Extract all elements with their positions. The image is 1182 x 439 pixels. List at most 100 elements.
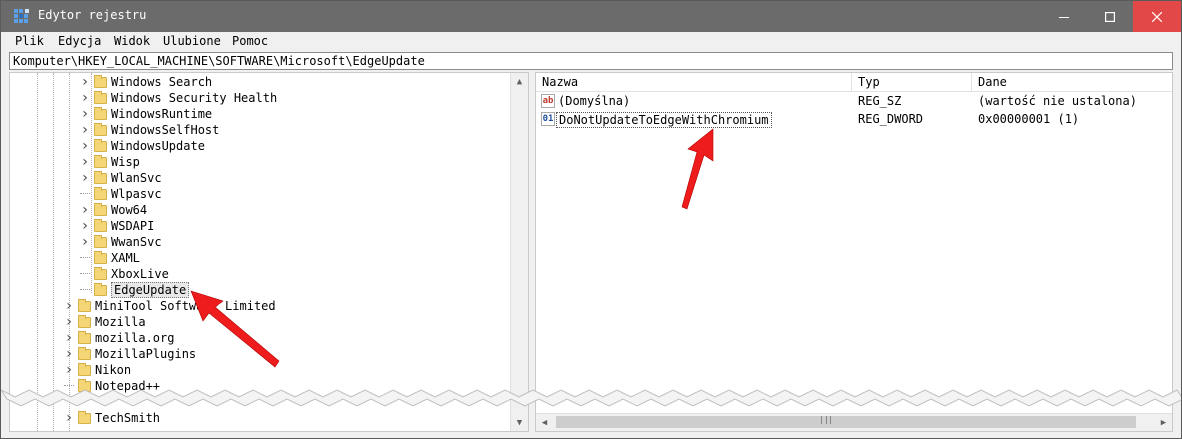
address-bar[interactable]: Komputer\HKEY_LOCAL_MACHINE\SOFTWARE\Mic… — [9, 52, 1173, 70]
tree-item[interactable]: XAML — [80, 250, 140, 266]
menu-view[interactable]: Widok — [114, 34, 150, 48]
tree-item[interactable]: › TechSmith — [64, 410, 160, 426]
folder-icon — [94, 154, 107, 168]
tree-item-label: XAML — [111, 251, 140, 265]
folder-icon — [78, 410, 91, 424]
value-row-donotupdate[interactable]: 01 DoNotUpdateToEdgeWithChromium REG_DWO… — [536, 111, 1172, 128]
chevron-right-icon[interactable]: › — [80, 234, 90, 250]
close-button[interactable] — [1133, 1, 1181, 32]
tree-item[interactable]: › WwanSvc — [80, 234, 162, 250]
value-row-default[interactable]: ab (Domyślna) REG_SZ (wartość nie ustalo… — [536, 93, 1172, 110]
menu-help[interactable]: Pomoc — [232, 34, 268, 48]
chevron-right-icon[interactable]: › — [80, 122, 90, 138]
chevron-right-icon[interactable]: › — [80, 202, 90, 218]
column-header-data[interactable]: Dane — [972, 73, 1172, 92]
chevron-right-icon[interactable]: › — [64, 298, 74, 314]
tree-vertical-scrollbar[interactable]: ▲ ▼ — [510, 73, 528, 431]
chevron-right-icon[interactable]: › — [80, 170, 90, 186]
value-data: 0x00000001 (1) — [978, 112, 1080, 126]
value-type: REG_SZ — [858, 94, 902, 108]
maximize-icon — [1105, 11, 1115, 22]
menu-file[interactable]: Plik — [15, 34, 44, 48]
tree-connector — [80, 193, 90, 195]
tree-item-label: mozilla.org — [95, 331, 175, 345]
values-pane[interactable]: Nazwa Typ Dane ab (Domyślna) REG_SZ (war… — [535, 72, 1173, 432]
chevron-right-icon[interactable]: › — [80, 74, 90, 90]
scroll-thumb[interactable] — [556, 416, 1136, 428]
tree-item[interactable]: › MozillaPlugins — [64, 346, 196, 362]
key-tree-pane[interactable]: › Windows Search › Windows Security Health ›… — [9, 72, 529, 432]
chevron-right-icon[interactable]: › — [80, 218, 90, 234]
tree-item[interactable]: › Windows Search — [80, 74, 212, 90]
tree-item[interactable]: Notepad++ — [64, 378, 160, 394]
folder-icon — [94, 266, 107, 280]
tree-connector — [80, 289, 90, 291]
folder-icon — [94, 90, 107, 104]
chevron-right-icon[interactable]: › — [80, 90, 90, 106]
title-bar[interactable]: Edytor rejestru — [1, 1, 1181, 32]
tree-item-label: MiniTool Software Limited — [95, 299, 276, 313]
maximize-button[interactable] — [1087, 1, 1133, 32]
menu-favorites[interactable]: Ulubione — [163, 34, 221, 48]
tree-item[interactable]: › Nikon — [64, 362, 131, 378]
chevron-right-icon[interactable]: › — [64, 362, 74, 378]
scroll-down-arrow-icon[interactable]: ▼ — [511, 414, 528, 431]
tree-item-label: MozillaPlugins — [95, 347, 197, 361]
tree-item[interactable]: › Mozilla — [64, 314, 146, 330]
tree-item[interactable]: › Wisp — [80, 154, 140, 170]
tree-item[interactable]: › WlanSvc — [80, 170, 162, 186]
folder-icon — [78, 362, 91, 376]
column-header-name[interactable]: Nazwa — [536, 73, 852, 92]
tree-item-label: Windows Search — [111, 75, 213, 89]
value-data: (wartość nie ustalona) — [978, 94, 1137, 108]
tree-item[interactable]: › mozilla.org — [64, 330, 175, 346]
tree-item-label: Mozilla — [95, 315, 146, 329]
scroll-right-arrow-icon[interactable]: ▶ — [1155, 414, 1172, 431]
tree-item[interactable]: EdgeUpdate — [80, 282, 190, 298]
folder-icon — [94, 138, 107, 152]
folder-icon — [94, 250, 107, 264]
scroll-left-arrow-icon[interactable]: ◀ — [536, 414, 553, 431]
folder-icon — [94, 218, 107, 232]
menu-bar: Plik Edycja Widok Ulubione Pomoc — [1, 32, 1181, 52]
tree-item[interactable]: › WindowsRuntime — [80, 106, 212, 122]
value-name: DoNotUpdateToEdgeWithChromium — [556, 112, 772, 128]
tree-item[interactable]: › WSDAPI — [80, 218, 155, 234]
chevron-right-icon[interactable]: › — [80, 106, 90, 122]
folder-icon — [94, 186, 107, 200]
tree-item[interactable]: › Wow64 — [80, 202, 147, 218]
scroll-up-arrow-icon[interactable]: ▲ — [511, 73, 528, 90]
column-header-type[interactable]: Typ — [852, 73, 972, 92]
tree-item-label: WindowsSelfHost — [111, 123, 220, 137]
address-path[interactable]: Komputer\HKEY_LOCAL_MACHINE\SOFTWARE\Mic… — [13, 54, 425, 68]
chevron-right-icon[interactable]: › — [64, 346, 74, 362]
folder-icon — [78, 378, 91, 392]
scroll-grip-icon — [821, 416, 831, 424]
tree-item[interactable]: Wlpasvc — [80, 186, 162, 202]
column-header-data-label: Dane — [978, 75, 1007, 89]
menu-edit[interactable]: Edycja — [58, 34, 101, 48]
tree-item-label: WSDAPI — [111, 219, 155, 233]
close-icon — [1152, 11, 1162, 22]
folder-icon — [78, 330, 91, 344]
minimize-button[interactable] — [1041, 1, 1087, 32]
tree-item-label: Wlpasvc — [111, 187, 162, 201]
tree-item-label: XboxLive — [111, 267, 169, 281]
tree-item[interactable]: › MiniTool Software Limited — [64, 298, 276, 314]
chevron-right-icon[interactable]: › — [64, 314, 74, 330]
tree-guide-line — [53, 73, 55, 431]
folder-icon — [78, 346, 91, 360]
folder-icon — [78, 314, 91, 328]
tree-item[interactable]: › WindowsUpdate — [80, 138, 205, 154]
tree-item[interactable]: › Windows Security Health — [80, 90, 277, 106]
registry-editor-window: Edytor rejestru Plik Edycja Widok Ulubio… — [0, 0, 1182, 439]
values-horizontal-scrollbar[interactable]: ◀ ▶ — [536, 413, 1172, 431]
tree-item-label: WlanSvc — [111, 171, 162, 185]
tree-item[interactable]: XboxLive — [80, 266, 169, 282]
tree-item[interactable]: › WindowsSelfHost — [80, 122, 220, 138]
chevron-right-icon[interactable]: › — [80, 154, 90, 170]
folder-icon — [94, 202, 107, 216]
chevron-right-icon[interactable]: › — [64, 410, 74, 426]
chevron-right-icon[interactable]: › — [80, 138, 90, 154]
chevron-right-icon[interactable]: › — [64, 330, 74, 346]
